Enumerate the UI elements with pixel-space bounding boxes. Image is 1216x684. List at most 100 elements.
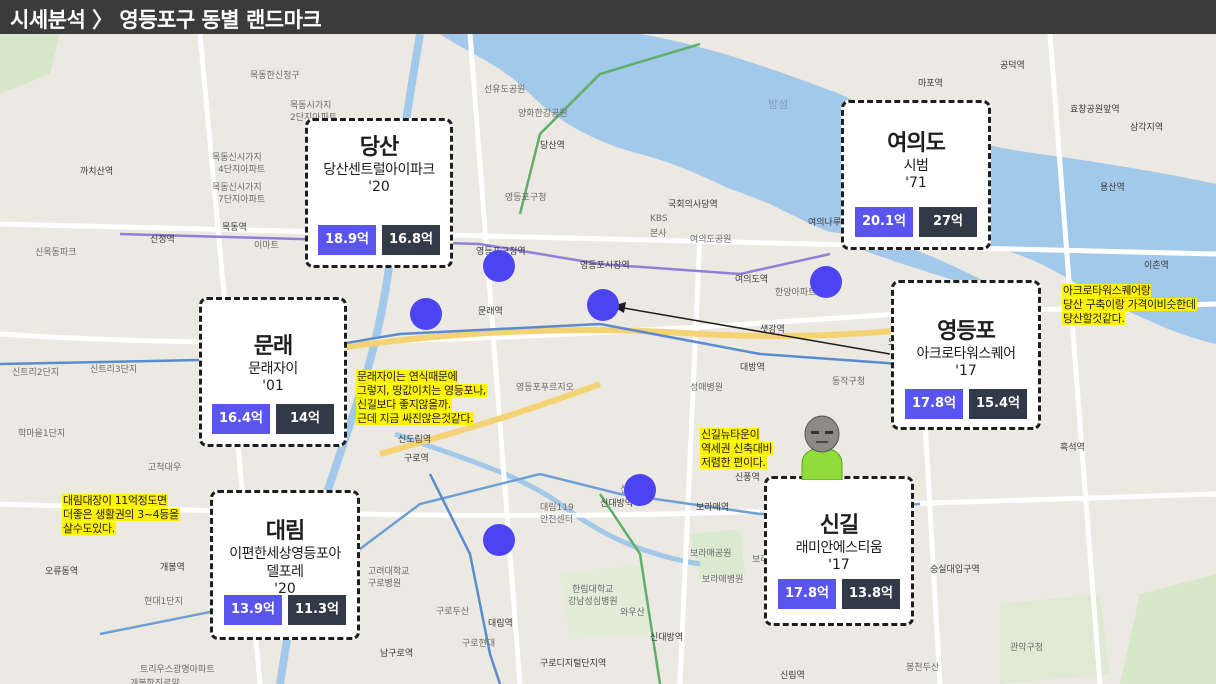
location-dot-singil[interactable] [624,474,656,506]
previous-price-badge: 13.8억 [842,579,900,609]
landmark-card-yeongdeungpo[interactable]: 영등포 아크로타워스퀘어 '17 17.8억 15.4억 [891,280,1041,430]
map-place-label: 동작구청 [832,377,866,387]
landmark-complex: 아크로타워스퀘어 [916,346,1016,362]
landmark-complex: 문래자이 [248,361,298,377]
location-dot-dangsan[interactable] [483,250,515,282]
note-daerim: 대림대장이 11억정도면 더좋은 생활권의 3~4등을 살수도있다. [62,494,180,535]
landmark-name: 대림 [265,519,305,544]
note-acro: 아크로타워스퀘어랑 당산 구축이랑 가격이비슷한데 당산할것같다. [1062,284,1197,325]
landmark-complex: 당산센트럴아이파크 [323,162,435,178]
landmark-name: 당산 [359,135,399,160]
map-place-label: 선유도공원 [484,85,526,95]
map-place-label: 양화한강공원 [518,109,568,119]
map-place-label: 공덕역 [1000,61,1025,71]
map-place-label: 샛강역 [760,325,785,335]
map-place-label: 구로병원 [368,579,402,589]
map-place-label: 신트리2단지 [12,368,60,378]
map-place-label: 문래역 [478,307,503,317]
map-water-label: 밤섬 [768,98,789,111]
location-dot-yeouido[interactable] [810,266,842,298]
map-place-label: 와우산 [620,608,645,618]
landmark-card-dangsan[interactable]: 당산 당산센트럴아이파크 '20 18.9억 16.8억 [305,118,453,268]
map-place-label: 구로디지털단지역 [540,659,607,669]
map-place-label: 고척대우 [148,463,182,473]
map-place-label: 관악구청 [1010,643,1044,653]
map-place-label: 보라매공원 [690,549,732,559]
map-place-label: 보라매병원 [702,575,744,585]
landmark-year: '71 [905,175,927,191]
map-place-label: 여의도역 [735,275,769,285]
map-place-label: 학마을1단지 [18,429,66,439]
current-price-badge: 17.8억 [905,389,963,419]
map-place-label: 4단지아파트 [218,165,266,175]
landmark-year: '17 [828,557,850,573]
map-place-label: 성애병원 [690,383,724,393]
map-place-label: 신풍역 [735,473,760,483]
map-place-label: 목동역 [222,223,247,233]
map-place-label: 숭실대입구역 [930,565,980,575]
map-place-label: 신도림역 [398,435,432,445]
map-place-label: 목동한신청구 [250,71,300,81]
landmark-card-mullae[interactable]: 문래 문래자이 '01 16.4억 14억 [199,297,347,447]
landmark-complex: 시범 [903,158,929,174]
map-place-label: 구로두산 [436,607,470,617]
map-place-label: 신정역 [150,235,175,245]
location-dot-yeongdeungpo[interactable] [587,289,619,321]
map-place-label: 구로역 [404,454,429,464]
map-place-label: KBS [650,214,668,224]
landmark-name: 신길 [819,513,859,538]
note-mullae: 문래자이는 연식때문에 그렇지, 땅값이치는 영등포나, 신길보다 좋지않을까.… [356,370,488,425]
map-place-label: 대방역 [740,363,765,373]
landmark-name: 문래 [253,334,293,359]
map-place-label: 영등포푸르지오 [516,383,574,393]
map-place-label: 현대1단지 [144,597,183,607]
current-price-badge: 16.4억 [212,404,270,434]
map-place-label: 신트리3단지 [90,365,138,375]
landmark-name: 여의도 [887,131,946,156]
landmark-year: '20 [368,179,390,195]
map-place-label: 봉천두산 [906,663,940,673]
map-place-label: 영등포구청 [505,193,547,203]
map-place-label: 이촌역 [1144,261,1169,271]
previous-price-badge: 11.3억 [288,595,346,625]
map-place-label: 효창공원앞역 [1070,105,1120,115]
map-place-label: 대림역 [488,619,513,629]
landmark-year: '01 [262,378,284,394]
map-place-label: 신목동파크 [35,248,77,258]
note-singil: 신길뉴타운이 역세권 신축대비 저렴한 편이다. [700,428,774,469]
map-place-label: 남구로역 [380,649,414,659]
current-price-badge: 18.9억 [318,225,376,255]
current-price-badge: 17.8억 [778,579,836,609]
location-dot-daerim[interactable] [483,524,515,556]
map-place-label: 여의도공원 [690,235,732,245]
current-price-badge: 13.9억 [224,595,282,625]
map-place-label: 본사 [650,229,667,239]
map-place-label: 흑석역 [1060,443,1085,453]
landmark-card-singil[interactable]: 신길 래미안에스티움 '17 17.8억 13.8억 [764,476,914,626]
map-place-label: 오류동역 [45,567,79,577]
map-place-label: 삼각지역 [1130,123,1164,133]
landmark-name: 영등포 [937,319,996,344]
map-place-label: 국회의사당역 [668,200,718,210]
landmark-card-daerim[interactable]: 대림 이편한세상영등포아 델포레 '20 13.9억 11.3억 [210,490,360,640]
map-place-label: 안전센터 [540,515,574,525]
map-place-label: 강남성심병원 [568,597,618,607]
previous-price-badge: 14억 [276,404,334,434]
map-place-label: 당산역 [540,141,565,151]
map-place-label: 신림역 [780,671,805,681]
map-place-label: 보라매역 [696,503,730,513]
previous-price-badge: 15.4억 [969,389,1027,419]
map-place-label: 구로현대 [462,639,496,649]
map-place-label: 마포역 [918,79,943,89]
map-canvas[interactable]: 목동한신청구목동시가지2단지아파트목동신시가지4단지아파트목동신시가지7단지아파… [0,34,1216,684]
map-place-label: 7단지아파트 [218,195,266,205]
map-place-label: 트리우스광명아파트 [140,665,215,675]
current-price-badge: 20.1억 [855,207,913,237]
landmark-card-yeouido[interactable]: 여의도 시범 '71 20.1억 27억 [841,100,991,250]
map-place-label: 개봉한진로얄 [130,679,180,684]
landmark-year: '17 [955,363,977,379]
map-place-label: 신대방역 [650,633,684,643]
map-place-label: 개봉역 [160,563,185,573]
map-place-label: 까치산역 [80,167,114,177]
location-dot-mullae[interactable] [410,298,442,330]
